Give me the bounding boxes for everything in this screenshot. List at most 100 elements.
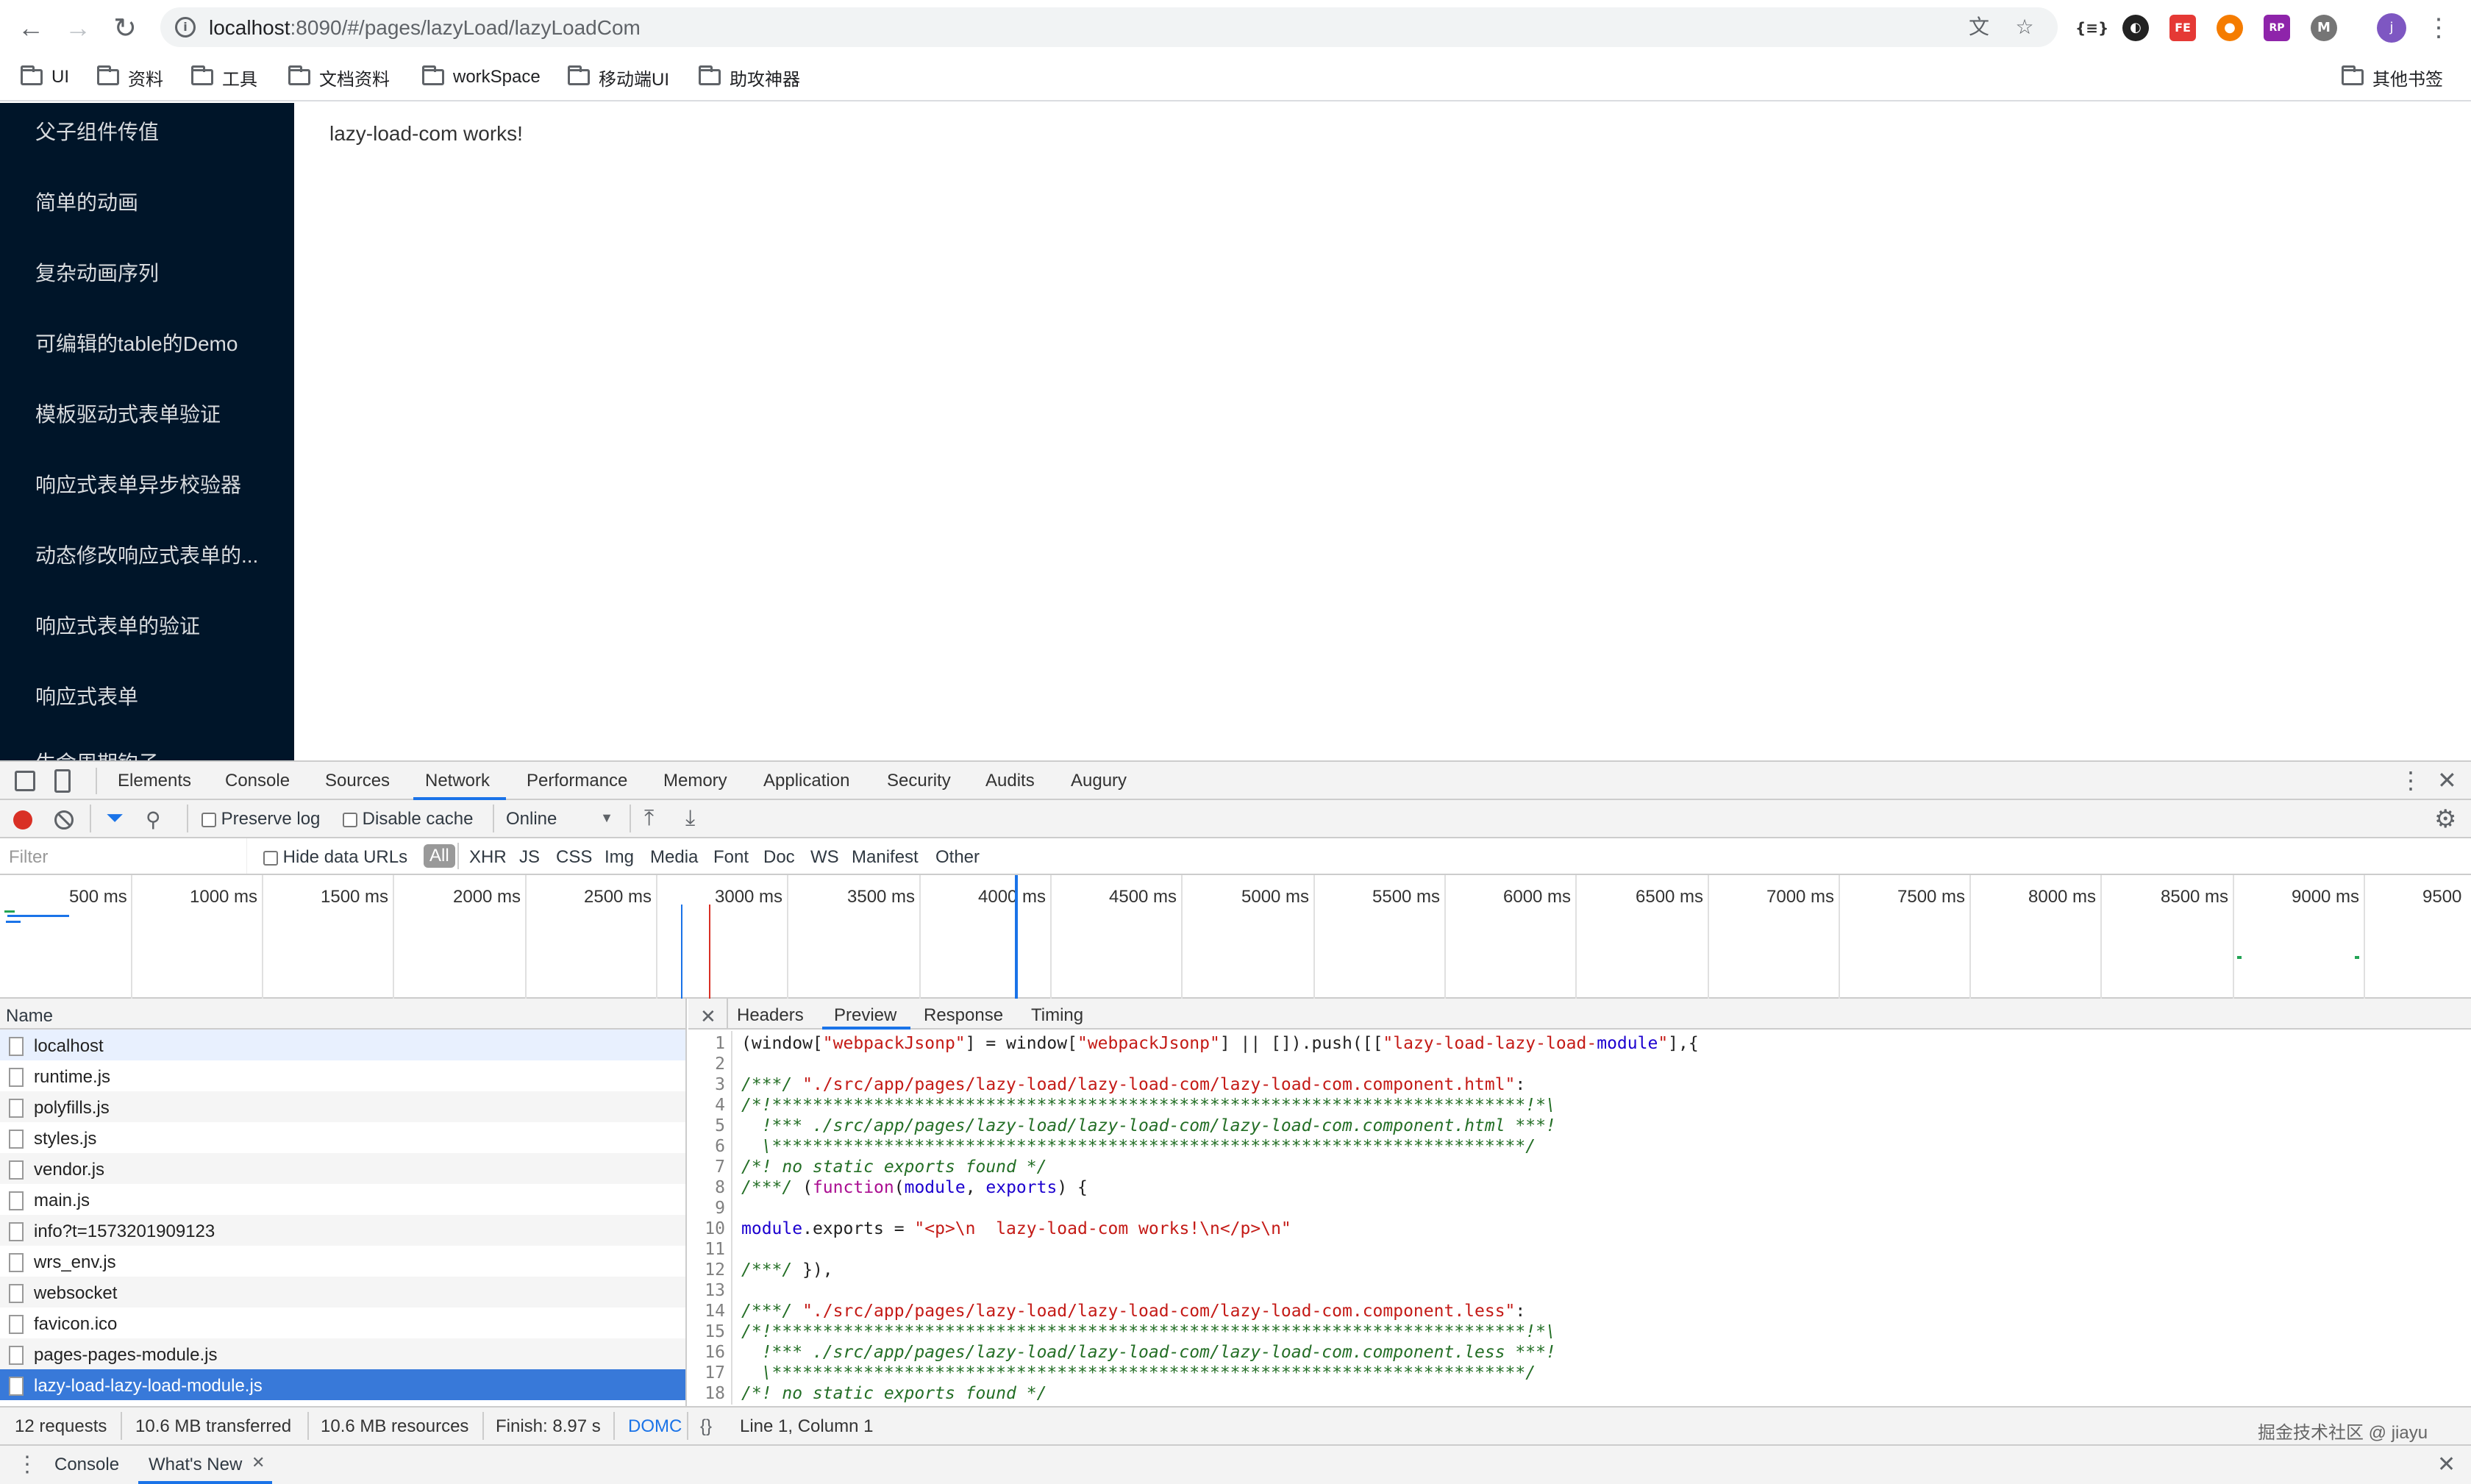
filter-type-ws[interactable]: WS bbox=[810, 847, 839, 868]
tab-network[interactable]: Network bbox=[425, 771, 490, 791]
drawer-menu-icon[interactable]: ⋮ bbox=[16, 1452, 38, 1477]
tab-console[interactable]: Console bbox=[225, 771, 290, 791]
device-toolbar-icon[interactable] bbox=[54, 769, 71, 793]
reload-icon[interactable]: ↻ bbox=[109, 12, 141, 44]
bookmark-folder-mobile-ui[interactable]: 移动端UI bbox=[568, 65, 669, 90]
drawer-tab-whats-new[interactable]: What's New bbox=[149, 1455, 242, 1475]
tab-response[interactable]: Response bbox=[924, 1005, 1003, 1026]
network-timeline-overview[interactable]: 500 ms 1000 ms 1500 ms 2000 ms 2500 ms 3… bbox=[0, 875, 2471, 999]
preserve-log-checkbox[interactable]: Preserve log bbox=[202, 809, 320, 830]
import-har-icon[interactable]: ⤒ bbox=[644, 806, 654, 831]
tab-elements[interactable]: Elements bbox=[118, 771, 191, 791]
table-row[interactable]: styles.js bbox=[0, 1122, 685, 1153]
record-icon[interactable] bbox=[13, 810, 32, 830]
filter-type-media[interactable]: Media bbox=[650, 847, 698, 868]
fe-extension-icon[interactable]: FE bbox=[2169, 15, 2196, 41]
json-extension-icon[interactable]: {≡} bbox=[2075, 15, 2108, 41]
tab-sources[interactable]: Sources bbox=[325, 771, 390, 791]
translate-icon[interactable]: 文 bbox=[1968, 16, 1990, 38]
table-row-selected[interactable]: lazy-load-lazy-load-module.js bbox=[0, 1369, 685, 1400]
filter-type-css[interactable]: CSS bbox=[556, 847, 592, 868]
bookmark-folder-docs[interactable]: 文档资料 bbox=[288, 65, 390, 90]
rp-extension-icon[interactable]: RP bbox=[2264, 15, 2290, 41]
tab-preview[interactable]: Preview bbox=[834, 1005, 896, 1026]
bookmark-folder-ziliao[interactable]: 资料 bbox=[97, 65, 163, 90]
hide-data-urls-checkbox[interactable]: Hide data URLs bbox=[263, 847, 407, 868]
filter-type-font[interactable]: Font bbox=[713, 847, 749, 868]
close-tab-icon[interactable]: ✕ bbox=[252, 1453, 265, 1472]
site-info-icon[interactable]: i bbox=[175, 17, 196, 38]
table-row[interactable]: runtime.js bbox=[0, 1060, 685, 1091]
tab-timing[interactable]: Timing bbox=[1031, 1005, 1083, 1026]
checkbox[interactable] bbox=[343, 812, 357, 827]
filter-type-doc[interactable]: Doc bbox=[763, 847, 795, 868]
dark-reader-extension-icon[interactable]: ◐ bbox=[2122, 15, 2149, 41]
table-row[interactable]: wrs_env.js bbox=[0, 1246, 685, 1277]
sidebar-item[interactable]: 响应式表单 bbox=[35, 681, 138, 710]
table-row[interactable]: main.js bbox=[0, 1184, 685, 1215]
table-row[interactable]: info?t=1573201909123 bbox=[0, 1215, 685, 1246]
clear-icon[interactable] bbox=[54, 810, 74, 830]
filter-type-manifest[interactable]: Manifest bbox=[852, 847, 919, 868]
inspect-element-icon[interactable] bbox=[15, 771, 35, 791]
column-header-name[interactable]: Name bbox=[0, 999, 685, 1030]
bookmark-folder-workspace[interactable]: workSpace bbox=[422, 65, 541, 90]
filter-type-other[interactable]: Other bbox=[935, 847, 980, 868]
sidebar-item[interactable]: 动态修改响应式表单的... bbox=[35, 540, 258, 569]
filter-input[interactable]: Filter bbox=[0, 838, 247, 874]
close-devtools-icon[interactable]: ✕ bbox=[2437, 766, 2457, 794]
profile-avatar[interactable]: j bbox=[2377, 13, 2406, 43]
table-row[interactable]: vendor.js bbox=[0, 1153, 685, 1184]
m-extension-icon[interactable]: M bbox=[2311, 15, 2337, 41]
filter-icon[interactable]: ⏷ bbox=[106, 806, 124, 831]
close-drawer-icon[interactable]: ✕ bbox=[2437, 1452, 2456, 1477]
bookmark-star-icon[interactable]: ☆ bbox=[2014, 16, 2036, 38]
sidebar-item[interactable]: 模板驱动式表单验证 bbox=[35, 399, 221, 428]
filter-type-img[interactable]: Img bbox=[605, 847, 634, 868]
disable-cache-checkbox[interactable]: Disable cache bbox=[343, 809, 473, 830]
table-row[interactable]: websocket bbox=[0, 1277, 685, 1308]
sidebar-item[interactable]: 父子组件传值 bbox=[35, 116, 159, 146]
search-icon[interactable]: ⚲ bbox=[146, 807, 161, 832]
sidebar-item[interactable]: 生命周期钩子 bbox=[35, 747, 159, 760]
tab-security[interactable]: Security bbox=[887, 771, 951, 791]
throttle-select[interactable]: Online ▼ bbox=[506, 809, 613, 830]
filter-type-all[interactable]: All bbox=[424, 844, 455, 868]
url-text[interactable]: localhost:8090/#/pages/lazyLoad/lazyLoad… bbox=[209, 16, 641, 40]
tab-memory[interactable]: Memory bbox=[663, 771, 727, 791]
sidebar-item[interactable]: 响应式表单异步校验器 bbox=[35, 469, 241, 499]
export-har-icon[interactable]: ⤓ bbox=[685, 806, 695, 831]
close-details-icon[interactable]: ✕ bbox=[700, 1005, 716, 1028]
tab-augury[interactable]: Augury bbox=[1071, 771, 1127, 791]
table-row[interactable]: polyfills.js bbox=[0, 1091, 685, 1122]
sidebar-item[interactable]: 可编辑的table的Demo bbox=[35, 328, 238, 357]
table-row[interactable]: localhost bbox=[0, 1030, 685, 1060]
forward-icon[interactable]: → bbox=[62, 12, 94, 44]
devtools-menu-icon[interactable]: ⋮ bbox=[2399, 766, 2422, 794]
address-bar[interactable]: i localhost:8090/#/pages/lazyLoad/lazyLo… bbox=[160, 7, 2058, 47]
table-row[interactable]: pages-pages-module.js bbox=[0, 1338, 685, 1369]
sidebar-item[interactable]: 复杂动画序列 bbox=[35, 257, 159, 287]
sidebar-item[interactable]: 简单的动画 bbox=[35, 187, 138, 216]
tab-audits[interactable]: Audits bbox=[985, 771, 1035, 791]
checkbox[interactable] bbox=[263, 850, 278, 866]
network-settings-gear-icon[interactable]: ⚙ bbox=[2434, 805, 2456, 834]
tab-performance[interactable]: Performance bbox=[527, 771, 627, 791]
table-row[interactable]: favicon.ico bbox=[0, 1308, 685, 1338]
checkbox[interactable] bbox=[202, 812, 216, 827]
filter-type-xhr[interactable]: XHR bbox=[469, 847, 507, 868]
tab-headers[interactable]: Headers bbox=[737, 1005, 804, 1026]
pretty-print-icon[interactable]: {} bbox=[700, 1416, 712, 1437]
browser-menu-icon[interactable]: ⋮ bbox=[2422, 12, 2455, 44]
drawer-tab-console[interactable]: Console bbox=[54, 1455, 119, 1475]
bookmark-folder-helper[interactable]: 助攻神器 bbox=[699, 65, 800, 90]
tab-application[interactable]: Application bbox=[763, 771, 849, 791]
back-icon[interactable]: ← bbox=[15, 12, 47, 44]
postman-extension-icon[interactable]: ● bbox=[2217, 15, 2243, 41]
bookmark-folder-ui[interactable]: UI bbox=[21, 65, 69, 90]
bookmark-folder-other[interactable]: 其他书签 bbox=[2342, 65, 2443, 90]
bookmark-folder-tools[interactable]: 工具 bbox=[191, 65, 257, 90]
code-preview[interactable]: 1 2 3 4 5 6 7 8 9 10 11 12 13 14 15 16 17 18 (window["web… bbox=[688, 1031, 2471, 1405]
sidebar-item[interactable]: 响应式表单的验证 bbox=[35, 610, 200, 640]
filter-type-js[interactable]: JS bbox=[519, 847, 540, 868]
